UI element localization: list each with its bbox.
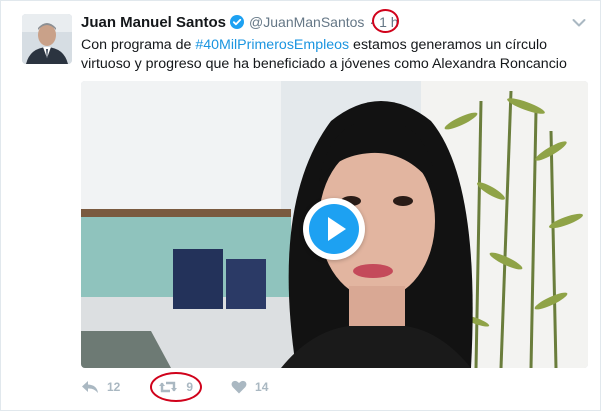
author-name[interactable]: Juan Manuel Santos xyxy=(81,14,226,31)
tweet-card: Juan Manuel Santos @JuanManSantos · 1 h … xyxy=(0,0,601,411)
play-icon xyxy=(309,204,359,254)
play-button[interactable] xyxy=(303,198,365,260)
reply-count: 12 xyxy=(107,380,121,394)
chevron-down-icon[interactable] xyxy=(572,15,586,27)
reply-icon xyxy=(81,380,99,394)
hashtag-link[interactable]: #40MilPrimerosEmpleos xyxy=(195,37,349,53)
verified-badge-icon xyxy=(230,15,245,29)
like-button[interactable]: 14 xyxy=(231,380,268,394)
timestamp-highlight-circle xyxy=(372,9,400,33)
tweet-text: Con programa de #40MilPrimerosEmpleos es… xyxy=(81,36,586,74)
tweet-header: Juan Manuel Santos @JuanManSantos · 1 h xyxy=(81,9,400,33)
timestamp-link[interactable]: 1 h xyxy=(372,9,400,33)
heart-icon xyxy=(231,380,247,394)
like-count: 14 xyxy=(255,380,269,394)
reply-button[interactable]: 12 xyxy=(81,380,120,394)
retweet-highlight-circle xyxy=(150,372,203,402)
author-handle[interactable]: @JuanManSantos xyxy=(249,14,364,30)
tweet-actions: 12 9 14 xyxy=(81,372,306,402)
retweet-button[interactable]: 9 xyxy=(150,372,203,402)
avatar[interactable] xyxy=(22,14,72,64)
tweet-text-start: Con programa de xyxy=(81,37,196,53)
